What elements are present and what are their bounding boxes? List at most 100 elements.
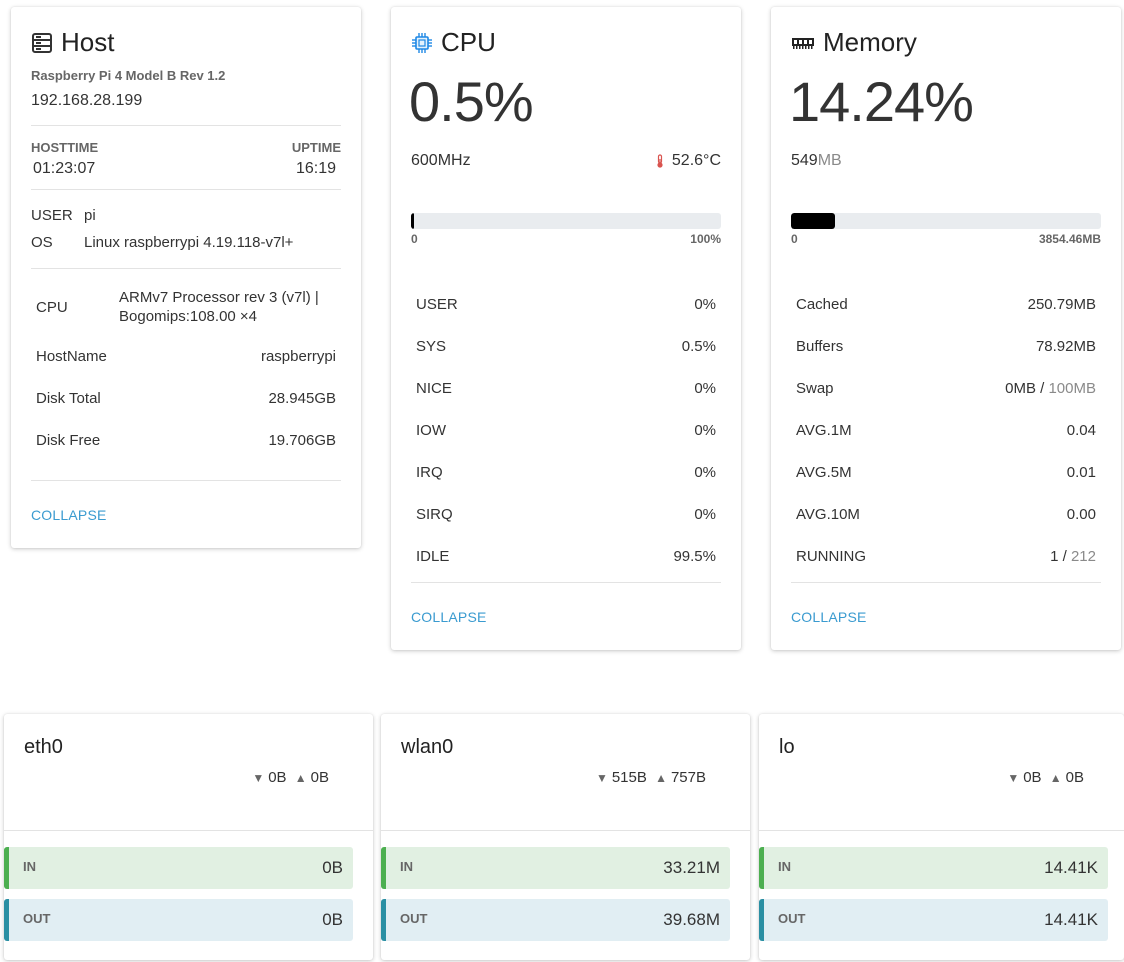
- rate-down: 0B: [1023, 769, 1042, 786]
- divider: [31, 125, 341, 126]
- divider: [759, 830, 1124, 831]
- memory-stat-row: Swap 0MB / 100MB: [796, 367, 1096, 409]
- in-label: IN: [400, 859, 413, 874]
- memory-collapse-button[interactable]: COLLAPSE: [791, 609, 867, 625]
- memory-used-value: 549: [791, 152, 818, 169]
- os-value: Linux raspberrypi 4.19.118-v7l+: [84, 234, 294, 251]
- cpu-stat-value: 0%: [694, 379, 716, 397]
- cpu-stat-row: IOW 0%: [416, 409, 716, 451]
- cpu-bar-min: 0: [411, 232, 418, 246]
- interface-name: wlan0: [401, 736, 454, 758]
- divider: [411, 582, 721, 583]
- cpu-stats-list: USER 0% SYS 0.5% NICE 0% IOW 0% IRQ 0% SIRQ 0%…: [416, 283, 716, 577]
- cpu-collapse-button[interactable]: COLLAPSE: [411, 609, 487, 625]
- host-title: Host: [31, 27, 114, 58]
- memory-stat-value: 0MB: [1005, 379, 1036, 397]
- network-card-wlan0: wlan0 ▼ 515B ▲ 757B IN 33.21M OUT 39.68M: [381, 714, 750, 960]
- memory-card: Memory 14.24% 549MB 0 3854.46MB Cached 25…: [771, 7, 1121, 650]
- cpu-stat-label: USER: [416, 295, 458, 313]
- host-collapse-button[interactable]: COLLAPSE: [31, 507, 107, 523]
- triangle-up-icon: ▲: [1049, 771, 1062, 785]
- cpu-title: CPU: [411, 27, 496, 58]
- memory-stat-value-total: 212: [1070, 547, 1096, 565]
- triangle-down-icon: ▼: [595, 771, 608, 785]
- cpu-temp-value: 52.6°C: [671, 152, 721, 169]
- out-total: OUT 39.68M: [381, 899, 730, 941]
- divider: [381, 830, 750, 831]
- triangle-up-icon: ▲: [655, 771, 667, 785]
- host-detail-row: Disk Free 19.706GB: [36, 432, 336, 449]
- memory-stat-row: AVG.5M 0.01: [796, 451, 1096, 493]
- cpu-stat-row: USER 0%: [416, 283, 716, 325]
- memory-stat-separator: /: [1035, 379, 1049, 397]
- os-label: OS: [31, 234, 53, 251]
- rate-up: 0B: [1065, 769, 1084, 786]
- memory-stat-row: Cached 250.79MB: [796, 283, 1096, 325]
- interface-rate: ▼ 0B ▲ 0B: [1003, 769, 1084, 786]
- thermometer-icon: [656, 154, 664, 168]
- memory-stat-value: 0.04: [1066, 421, 1096, 439]
- host-detail-cpu-value: ARMv7 Processor rev 3 (v7l) | Bogomips:1…: [119, 289, 319, 325]
- in-label: IN: [778, 859, 791, 874]
- memory-stat-label: Buffers: [796, 337, 844, 355]
- host-detail-row: HostName raspberrypi: [36, 348, 336, 365]
- cpu-stat-label: NICE: [416, 379, 452, 397]
- divider: [31, 268, 341, 269]
- cpu-stat-row: SIRQ 0%: [416, 493, 716, 535]
- memory-stat-label: AVG.5M: [796, 463, 852, 481]
- interface-name: lo: [779, 736, 795, 758]
- memory-stat-value: 78.92MB: [1035, 337, 1096, 355]
- divider: [4, 830, 373, 831]
- out-total: OUT 0B: [4, 899, 353, 941]
- cpu-temperature: 52.6°C: [656, 152, 721, 170]
- cpu-stat-label: SIRQ: [416, 505, 453, 523]
- rate-down: 515B: [611, 769, 647, 786]
- memory-stat-value: 250.79MB: [1027, 295, 1096, 313]
- divider: [31, 189, 341, 190]
- memory-stat-row: Buffers 78.92MB: [796, 325, 1096, 367]
- out-label: OUT: [778, 911, 806, 926]
- rate-down: 0B: [268, 769, 287, 786]
- user-label: USER: [31, 207, 73, 224]
- in-label: IN: [23, 859, 36, 874]
- memory-usage-bar-fill: [791, 213, 836, 229]
- host-detail-label: Disk Total: [36, 390, 101, 407]
- memory-bar-max: 3854.46MB: [1038, 232, 1101, 246]
- out-total: OUT 14.41K: [759, 899, 1108, 941]
- cpu-stat-label: IDLE: [416, 547, 450, 565]
- in-value: 0B: [322, 858, 343, 877]
- cpu-stat-value: 0%: [694, 295, 716, 313]
- hosttime-value: 01:23:07: [33, 160, 96, 177]
- memory-stat-row: RUNNING 1 / 212: [796, 535, 1096, 577]
- rate-up: 757B: [670, 769, 706, 786]
- cpu-stat-label: IRQ: [416, 463, 443, 481]
- host-detail-cpu-label: CPU: [36, 299, 68, 316]
- in-value: 33.21M: [663, 858, 720, 877]
- host-card: Host Raspberry Pi 4 Model B Rev 1.2 192.…: [11, 7, 361, 548]
- cpu-stat-label: IOW: [416, 421, 446, 439]
- host-detail-value: 19.706GB: [268, 432, 336, 449]
- memory-stat-separator: /: [1058, 547, 1071, 565]
- out-value: 14.41K: [1044, 910, 1098, 929]
- server-icon: [31, 32, 53, 54]
- interface-rate: ▼ 0B ▲ 0B: [248, 769, 329, 786]
- cpu-stat-row: SYS 0.5%: [416, 325, 716, 367]
- divider: [31, 480, 341, 481]
- memory-stat-value-group: 0MB / 100MB: [1005, 380, 1096, 397]
- out-label: OUT: [400, 911, 428, 926]
- host-model: Raspberry Pi 4 Model B Rev 1.2: [31, 68, 226, 83]
- cpu-usage: 0.5%: [409, 70, 534, 133]
- hosttime-label: HOSTTIME: [31, 140, 99, 155]
- memory-used: 549MB: [791, 152, 842, 170]
- host-ip: 192.168.28.199: [31, 92, 143, 109]
- network-card-lo: lo ▼ 0B ▲ 0B IN 14.41K OUT 14.41K: [759, 714, 1124, 960]
- cpu-stat-label: SYS: [416, 337, 447, 355]
- uptime-value: 16:19: [295, 160, 336, 177]
- cpu-stat-value: 0%: [694, 463, 716, 481]
- cpu-usage-bar-fill: [411, 213, 414, 229]
- cpu-stat-value: 99.5%: [673, 547, 716, 565]
- host-detail-value: 28.945GB: [268, 390, 336, 407]
- user-value: pi: [84, 207, 96, 224]
- cpu-stat-row: IRQ 0%: [416, 451, 716, 493]
- out-value: 39.68M: [663, 910, 720, 929]
